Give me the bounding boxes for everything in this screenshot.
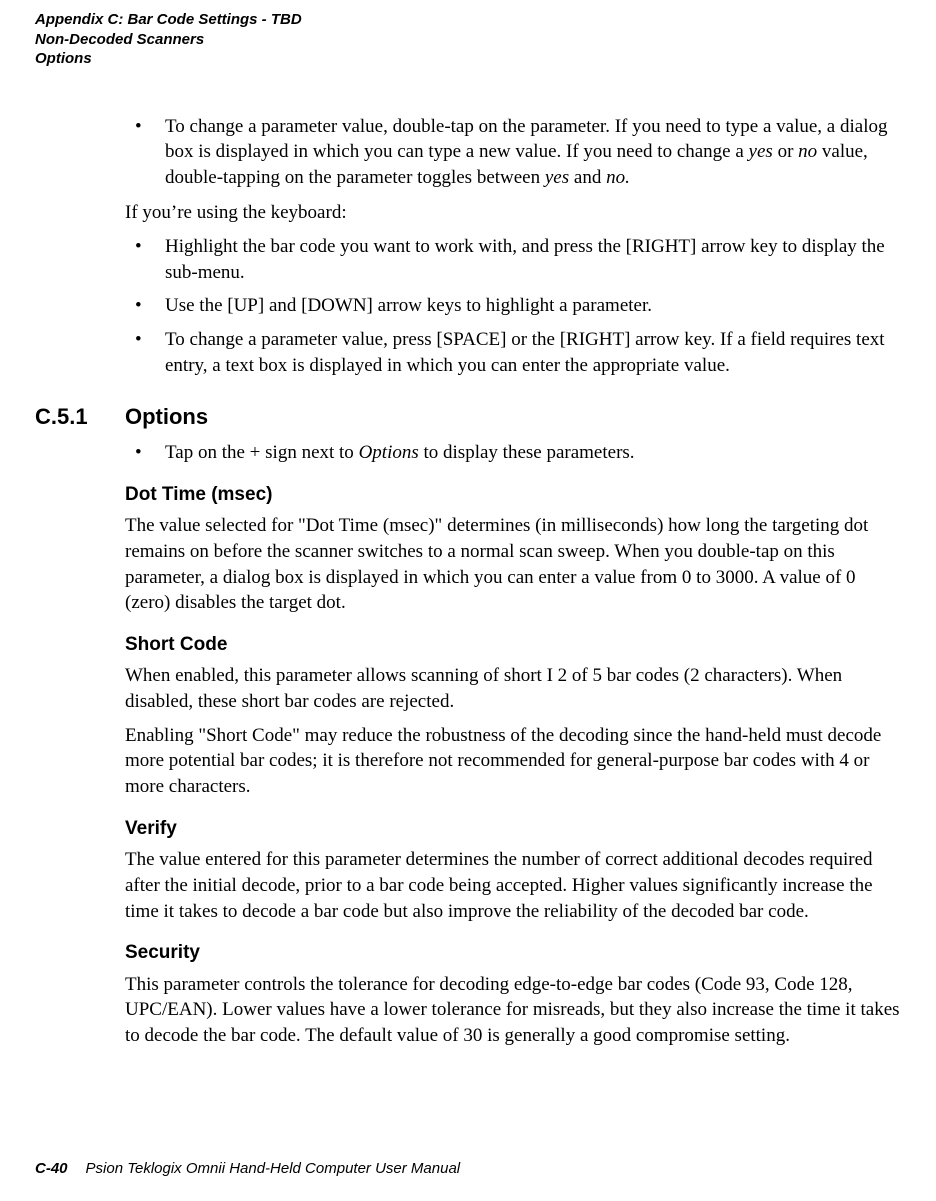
body-text: to display these parameters. — [419, 442, 635, 463]
header-line-1: Appendix C: Bar Code Settings - TBD — [35, 10, 901, 30]
body-text: and — [569, 167, 606, 188]
dot-time-paragraph: The value selected for "Dot Time (msec)"… — [125, 513, 901, 616]
security-paragraph: This parameter controls the tolerance fo… — [125, 972, 901, 1049]
emphasis-text: no — [798, 141, 817, 162]
list-item: Tap on the + sign next to Options to dis… — [125, 440, 901, 466]
body-text: or — [773, 141, 798, 162]
section-number: C.5.1 — [35, 402, 125, 432]
page-number: C-40 — [35, 1160, 68, 1177]
page-header: Appendix C: Bar Code Settings - TBD Non-… — [35, 10, 901, 69]
verify-heading: Verify — [125, 816, 901, 842]
emphasis-text: yes — [545, 167, 569, 188]
body-text: Tap on the + sign next to — [165, 442, 359, 463]
list-item: To change a parameter value, press [SPAC… — [125, 327, 901, 378]
list-item: Use the [UP] and [DOWN] arrow keys to hi… — [125, 293, 901, 319]
section-intro-list: Tap on the + sign next to Options to dis… — [125, 440, 901, 466]
emphasis-text: Options — [359, 442, 419, 463]
keyboard-intro: If you’re using the keyboard: — [125, 200, 901, 226]
dot-time-heading: Dot Time (msec) — [125, 482, 901, 508]
list-item: Highlight the bar code you want to work … — [125, 234, 901, 285]
body-text: Use the [UP] and [DOWN] arrow keys to hi… — [165, 295, 652, 316]
section-title: Options — [125, 402, 208, 432]
short-code-heading: Short Code — [125, 632, 901, 658]
keyboard-bullet-list: Highlight the bar code you want to work … — [125, 234, 901, 378]
verify-paragraph: The value entered for this parameter det… — [125, 847, 901, 924]
body-text: Highlight the bar code you want to work … — [165, 236, 885, 283]
emphasis-text: yes — [749, 141, 773, 162]
body-content: To change a parameter value, double-tap … — [125, 114, 901, 1049]
manual-title: Psion Teklogix Omnii Hand-Held Computer … — [86, 1160, 461, 1177]
body-text: To change a parameter value, press [SPAC… — [165, 329, 885, 376]
header-line-3: Options — [35, 49, 901, 69]
list-item: To change a parameter value, double-tap … — [125, 114, 901, 191]
short-code-paragraph-2: Enabling "Short Code" may reduce the rob… — [125, 723, 901, 800]
emphasis-text: no. — [606, 167, 630, 188]
security-heading: Security — [125, 940, 901, 966]
top-bullet-list: To change a parameter value, double-tap … — [125, 114, 901, 191]
page-footer: C-40 Psion Teklogix Omnii Hand-Held Compu… — [35, 1159, 460, 1179]
short-code-paragraph-1: When enabled, this parameter allows scan… — [125, 663, 901, 714]
header-line-2: Non-Decoded Scanners — [35, 30, 901, 50]
